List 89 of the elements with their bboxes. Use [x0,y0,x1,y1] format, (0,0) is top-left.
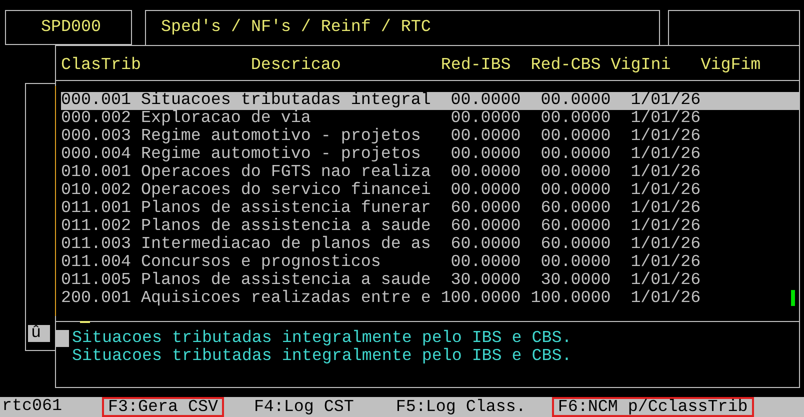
table-cell-text: Operacoes do servico financei [140,182,432,200]
column-header: ClasTrib [61,57,141,77]
table-row[interactable]: 000.002 Exploracao de via 00.0000 00.0000 1/01/26 [61,110,799,128]
table-cell-text: 000.003 [61,128,132,146]
column-header: Red-CBS [530,57,601,77]
description-line: Situacoes tributadas integralmente pelo IBS e CBS. [72,330,572,348]
table-cell-text: Planos de assistencia a saude [140,218,432,236]
table-cell-text: Planos de assistencia a saude [140,272,432,290]
table-cell-text: 00.0000 [450,128,521,146]
table-cell-text: Regime automotivo - projetos [140,128,422,146]
table-cell-text: 00.0000 [450,146,521,164]
table-cell-text: 60.0000 [450,236,521,254]
table-cell: 100.0000 [440,290,521,308]
table-cell-text: 60.0000 [540,218,611,236]
table-cell-text: 00.0000 [540,146,611,164]
table-cell-text: 00.0000 [540,164,611,182]
table-cell-text: 00.0000 [450,92,521,110]
table-cell-text: 00.0000 [540,110,611,128]
table-cell-text: 200.001 [61,290,132,308]
table-cell-text: 011.001 [61,200,132,218]
table-cell-text: 000.001 [61,92,132,110]
table-cell: 1/01/26 [630,92,701,110]
table-cell-text: Regime automotivo - projetos [140,146,421,164]
table-cell: 100.0000 [530,290,611,308]
program-code: rtc061 [2,398,62,416]
table-row[interactable]: 200.001 Aquisicoes realizadas entre e 100.0000 100.0000 1/01/26 [61,290,799,308]
table-cell: 1/01/26 [630,110,701,128]
table-row[interactable]: 000.003 Regime automotivo - projetos 00.0000 00.0000 1/01/26 [61,128,799,146]
table-cell-text: Concursos e prognosticos [140,254,382,272]
function-key[interactable]: F3:Gera CSV [102,397,224,417]
column-header: VigIni [610,57,671,77]
function-key[interactable]: F4:Log CST [248,397,360,417]
table-cell: 1/01/26 [630,272,701,290]
table-cell-text: 00.0000 [450,254,521,272]
table-cell-text: Situacoes tributadas integral [140,92,432,110]
table-cell: 1/01/26 [630,254,701,272]
table-cell: 1/01/26 [630,128,701,146]
table-cell-text: Operacoes do FGTS nao realiza [140,164,432,182]
description-line: Situacoes tributadas integralmente pelo IBS e CBS. [72,348,572,366]
module-code: SPD000 [41,18,101,36]
marker-label: û [28,325,50,342]
table-cell-text: 011.002 [61,218,132,236]
table-cell-text: 000.002 [61,110,132,128]
table-cell-text: 00.0000 [450,164,521,182]
table-cell-text: Planos de assistencia funerar [140,200,432,218]
table-row[interactable]: 011.002 Planos de assistencia a saude 60.0000 60.0000 1/01/26 [61,218,799,236]
table-cell-text: 00.0000 [540,254,611,272]
table-row[interactable]: 010.002 Operacoes do servico financei 00.0000 00.0000 1/01/26 [61,182,799,200]
table-cell-text: 011.005 [61,272,132,290]
table-cell: 1/01/26 [630,164,701,182]
column-header: Descricao [250,57,341,77]
table-cell-text: 011.003 [61,236,132,254]
table-cell-text: 60.0000 [450,218,521,236]
table-cell-text: Intermediacao de planos de as [140,236,432,254]
table-cell-text: 60.0000 [540,200,611,218]
scrollbar-thumb-icon [791,290,795,306]
table-cell-text: 000.004 [61,146,132,164]
column-header: Red-IBS [440,57,511,77]
table-row[interactable]: 000.004 Regime automotivo - projetos 00.0000 00.0000 1/01/26 [61,146,799,164]
table-cell-text: 00.0000 [540,128,611,146]
table-cell: 1/01/26 [630,200,701,218]
table-cell-text: 00.0000 [540,182,611,200]
function-key[interactable]: F5:Log Class. [390,397,532,417]
table-cell: 1/01/26 [630,146,701,164]
table-cell-text: 011.004 [61,254,132,272]
table-cell-text: 60.0000 [450,200,521,218]
table-cell: 1/01/26 [630,236,701,254]
table-row[interactable]: 010.001 Operacoes do FGTS nao realiza 00.0000 00.0000 1/01/26 [61,164,799,182]
table-cell: 1/01/26 [630,290,701,308]
table-cell-text: Exploracao de via [140,110,312,128]
table-row[interactable]: 011.003 Intermediacao de planos de as 60.0000 60.0000 1/01/26 [61,236,799,254]
table-cell-text: 00.0000 [450,110,521,128]
table-cell-text: 30.0000 [540,272,611,290]
table-row[interactable]: 011.004 Concursos e prognosticos 00.0000 00.0000 1/01/26 [61,254,799,272]
table-row[interactable]: 011.001 Planos de assistencia funerar 60.0000 60.0000 1/01/26 [61,200,799,218]
table-cell-text: 60.0000 [540,236,611,254]
table-cell-text: Aquisicoes realizadas entre e [140,290,432,308]
table-cell: 1/01/26 [630,218,701,236]
table-cell: 1/01/26 [630,182,701,200]
table-cell-text: 00.0000 [450,182,521,200]
table-row[interactable]: 011.005 Planos de assistencia a saude 30.0000 30.0000 1/01/26 [61,272,799,290]
table-cell-text: 010.001 [61,164,132,182]
column-header: VigFim [700,57,761,77]
table-cell-text: 010.002 [61,182,132,200]
function-key[interactable]: F6:NCM p/CclassTrib [552,397,754,417]
table-cell-text: 30.0000 [450,272,521,290]
table-cell-text: 00.0000 [540,92,611,110]
screen-title: Sped's / NF's / Reinf / RTC [161,19,431,37]
table-row[interactable]: 000.001 Situacoes tributadas integral 00.0000 00.0000 1/01/26 [61,92,799,110]
